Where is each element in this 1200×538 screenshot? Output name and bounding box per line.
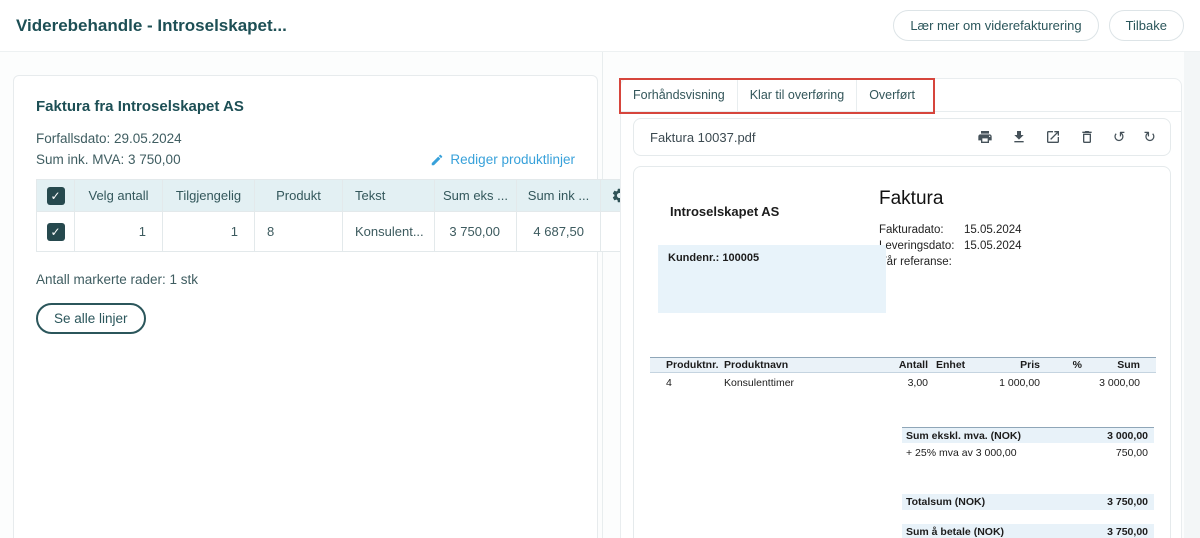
pdf-file-name: Faktura 10037.pdf (650, 130, 756, 145)
delete-icon[interactable] (1079, 129, 1095, 145)
panel-divider (602, 52, 603, 538)
table-header-row: ✓ Velg antall Tilgjengelig Produkt Tekst… (37, 180, 638, 212)
due-date-line: Forfallsdato: 29.05.2024 (36, 131, 575, 146)
row-checkbox[interactable]: ✓ (47, 223, 65, 241)
see-all-lines-button[interactable]: Se alle linjer (36, 303, 146, 334)
pdf-customer-number: Kundenr.: 100005 (668, 252, 759, 264)
pdf-doc-title: Faktura (879, 188, 943, 210)
preview-tabs: Forhåndsvisning Klar til overføring Over… (621, 79, 1181, 112)
top-bar: Viderebehandle - Introselskapet... Lær m… (0, 0, 1200, 52)
col-header-produkt[interactable]: Produkt (255, 180, 343, 212)
tab-klar-til-overforing[interactable]: Klar til overføring (738, 79, 857, 111)
page-title: Viderebehandle - Introselskapet... (16, 16, 287, 36)
pdf-total-sum-ekskl: Sum ekskl. mva. (NOK) 3 000,00 (902, 427, 1154, 443)
open-external-icon[interactable] (1045, 129, 1061, 145)
invoice-card-title: Faktura fra Introselskapet AS (36, 98, 575, 115)
col-header-velg-antall[interactable]: Velg antall (75, 180, 163, 212)
pdf-total-totalsum: Totalsum (NOK) 3 750,00 (902, 494, 1154, 510)
product-lines-table: ✓ Velg antall Tilgjengelig Produkt Tekst… (36, 179, 638, 252)
edit-link-label: Rediger produktlinjer (450, 152, 575, 167)
edit-product-lines-link[interactable]: Rediger produktlinjer (430, 152, 575, 167)
col-header-tilgjengelig[interactable]: Tilgjengelig (163, 180, 255, 212)
marked-rows-count: Antall markerte rader: 1 stk (36, 272, 575, 287)
tab-forhandsvisning[interactable]: Forhåndsvisning (621, 79, 738, 111)
pdf-customer-box: Kundenr.: 100005 (658, 245, 886, 313)
cell-sum-eks: 3 750,00 (435, 212, 517, 252)
pdf-table-header: Produktnr. Produktnavn Antall Enhet Pris… (650, 357, 1156, 373)
rotate-ccw-icon[interactable]: ↺ (1113, 130, 1126, 145)
col-header-tekst[interactable]: Tekst (343, 180, 435, 212)
col-header-sum-ink[interactable]: Sum ink ... (517, 180, 601, 212)
pencil-icon (430, 153, 444, 167)
learn-more-button[interactable]: Lær mer om viderefakturering (893, 10, 1098, 41)
pdf-meta-fakturadato: Fakturadato: 15.05.2024 (879, 224, 1022, 236)
pdf-meta-leveringsdato: Leveringsdato: 15.05.2024 (879, 240, 1022, 252)
pdf-preview: Introselskapet AS Faktura Fakturadato: 1… (633, 166, 1171, 538)
sum-incl-line: Sum ink. MVA: 3 750,00 (36, 152, 181, 167)
cell-sum-ink: 4 687,50 (517, 212, 601, 252)
rotate-cw-icon[interactable]: ↻ (1143, 130, 1156, 145)
pdf-file-row: Faktura 10037.pdf ↺ ↻ (633, 118, 1171, 156)
pdf-toolbar: ↺ ↻ (977, 129, 1156, 145)
pdf-total-sum-a-betale: Sum å betale (NOK) 3 750,00 (902, 524, 1154, 538)
pdf-total-mva: + 25% mva av 3 000,00 750,00 (902, 445, 1154, 461)
select-all-checkbox[interactable]: ✓ (47, 187, 65, 205)
cell-tilgjengelig: 1 (163, 212, 255, 252)
download-icon[interactable] (1011, 129, 1027, 145)
tab-overfort[interactable]: Overført (857, 79, 927, 111)
back-button[interactable]: Tilbake (1109, 10, 1184, 41)
invoice-source-card: Faktura fra Introselskapet AS Forfallsda… (13, 75, 598, 538)
col-header-sum-eks[interactable]: Sum eks ... (435, 180, 517, 212)
pdf-meta-var-referanse: Vår referanse: (879, 256, 964, 268)
cell-produkt: 8 (255, 212, 343, 252)
cell-velg-antall[interactable]: 1 (75, 212, 163, 252)
pdf-table-row: 4 Konsulenttimer 3,00 1 000,00 3 000,00 (650, 375, 1156, 391)
scrollbar[interactable] (1184, 52, 1200, 538)
table-row: ✓ 1 1 8 Konsulent... 3 750,00 4 687,50 (37, 212, 638, 252)
topbar-actions: Lær mer om viderefakturering Tilbake (893, 10, 1184, 41)
pdf-company-name: Introselskapet AS (670, 204, 779, 219)
preview-card: Forhåndsvisning Klar til overføring Over… (620, 78, 1182, 538)
print-icon[interactable] (977, 129, 993, 145)
cell-tekst: Konsulent... (343, 212, 435, 252)
